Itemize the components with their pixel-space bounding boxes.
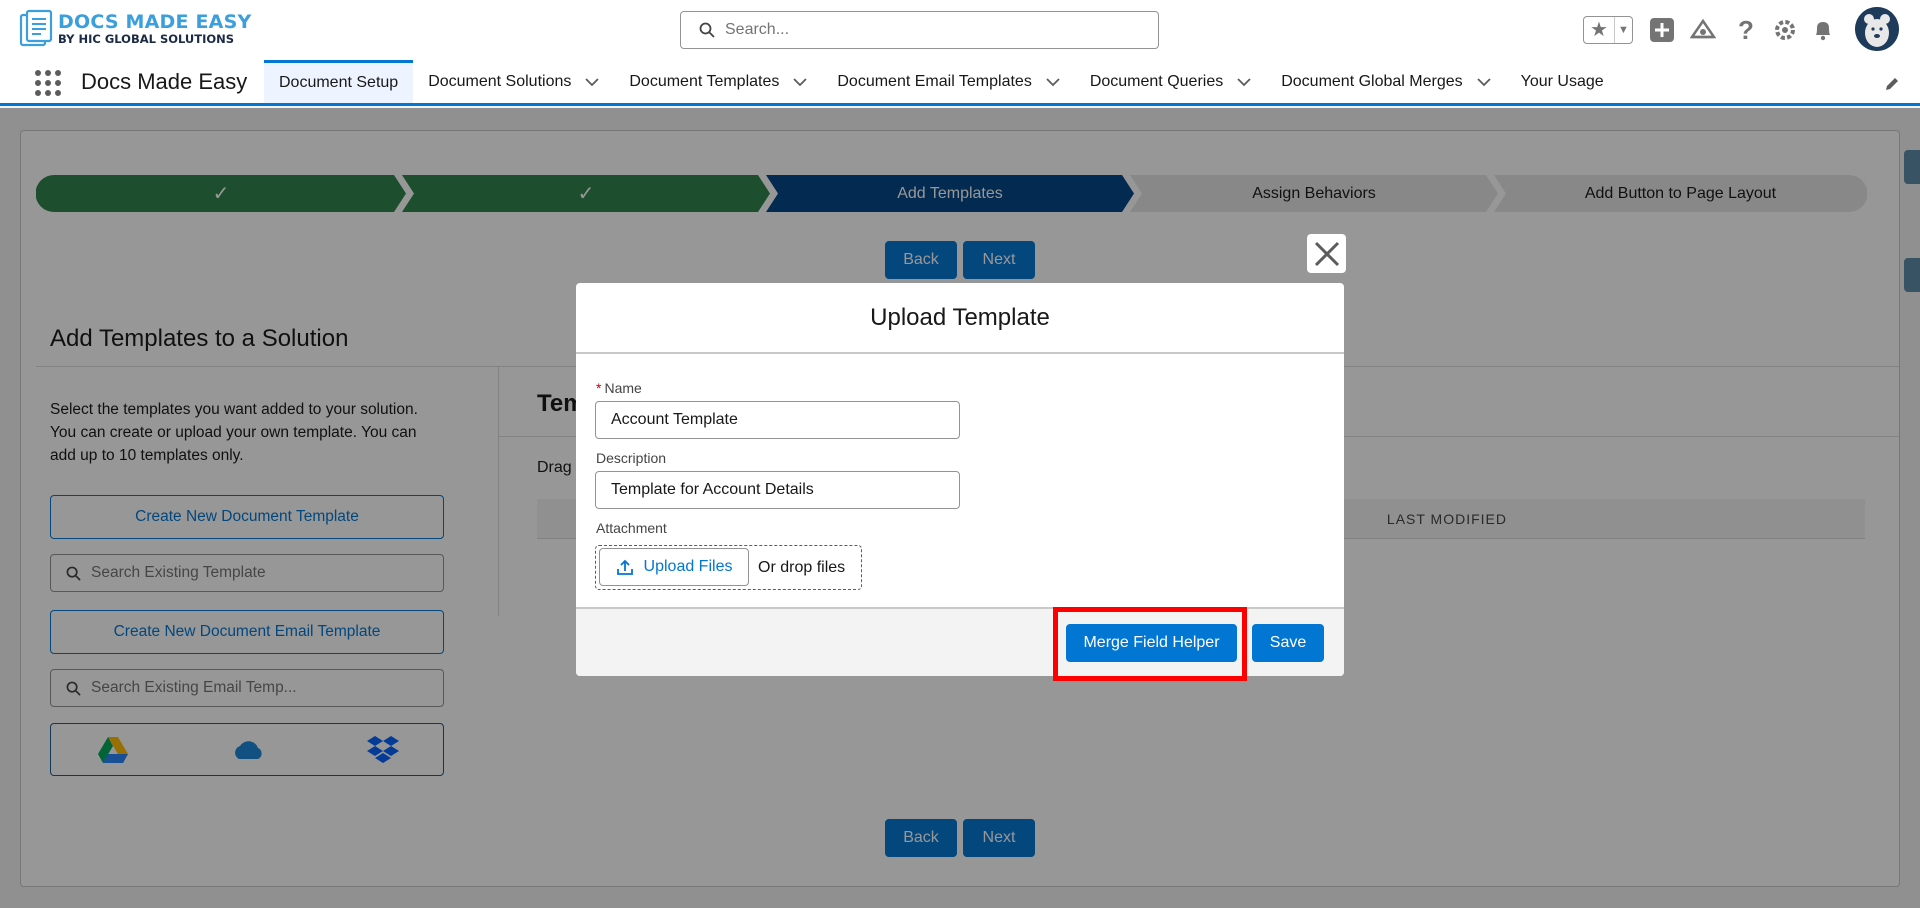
global-search[interactable] [680,11,1159,49]
pencil-icon[interactable] [1883,75,1901,93]
tab-label: Document Global Merges [1281,72,1463,90]
tab-document-queries[interactable]: Document Queries [1075,60,1266,103]
name-field[interactable] [595,401,960,439]
tab-document-setup[interactable]: Document Setup [264,60,414,103]
chevron-down-icon[interactable] [1237,77,1251,87]
avatar[interactable] [1855,7,1899,51]
tab-label: Your Usage [1520,72,1604,90]
chevron-down-icon[interactable] [585,77,600,87]
tab-document-email-templates[interactable]: Document Email Templates [822,60,1074,103]
tab-label: Document Solutions [428,72,572,90]
upload-files-label: Upload Files [643,558,733,575]
nav-tabs: Document Setup Document Solutions Docume… [264,60,1619,103]
drop-files-text: Or drop files [758,559,846,576]
app-logo[interactable]: DOCS MADE EASY BY HIC GLOBAL SOLUTIONS [19,9,251,49]
tab-document-global-merges[interactable]: Document Global Merges [1266,60,1505,103]
bell-icon[interactable] [1809,16,1837,44]
plus-icon[interactable] [1648,16,1676,44]
attachment-label: Attachment [596,520,667,536]
global-search-input[interactable] [725,21,1125,39]
app-name: Docs Made Easy [81,69,248,94]
tab-document-solutions[interactable]: Document Solutions [413,60,614,103]
tab-label: Document Email Templates [837,72,1032,90]
logo-title: DOCS MADE EASY [58,10,252,33]
chevron-down-icon[interactable] [1046,77,1060,87]
save-button[interactable]: Save [1252,624,1324,662]
help-icon[interactable]: ? [1732,15,1760,45]
name-label-text: Name [604,380,642,396]
modal-body: *Name Description Attachment Upload File… [576,354,1344,607]
tab-label: Document Queries [1089,72,1224,90]
upload-icon [616,559,633,575]
close-icon [1314,241,1339,266]
app-launcher-icon[interactable] [35,70,61,96]
gear-icon[interactable] [1771,16,1799,44]
file-dropzone[interactable]: Upload Files Or drop files [595,545,862,590]
description-label: Description [596,450,667,466]
modal-title: Upload Template [576,283,1344,354]
logo-subtitle: BY HIC GLOBAL SOLUTIONS [58,31,235,46]
app-nav-bar: Docs Made Easy Document Setup Document S… [0,60,1920,106]
global-header: DOCS MADE EASY BY HIC GLOBAL SOLUTIONS ★… [0,0,1920,60]
name-label: * Name [596,380,642,396]
favorites-group[interactable]: ★ ▼ [1583,16,1633,44]
search-icon [699,22,715,38]
star-icon[interactable]: ★ [1584,17,1614,43]
description-field[interactable] [595,471,960,509]
chevron-down-icon[interactable] [1477,77,1491,87]
required-mark: * [596,380,602,396]
docs-logo-icon [19,9,55,49]
chevron-down-icon[interactable] [793,77,808,87]
trailhead-icon[interactable] [1689,16,1717,44]
modal-close-button[interactable] [1307,234,1346,273]
tab-label: Document Templates [629,72,780,90]
chevron-down-icon[interactable]: ▼ [1614,17,1632,43]
tab-your-usage[interactable]: Your Usage [1506,60,1619,103]
tab-document-templates[interactable]: Document Templates [614,60,822,103]
tab-label: Document Setup [279,74,399,91]
upload-files-button[interactable]: Upload Files [599,548,749,586]
highlight-annotation [1053,607,1247,681]
